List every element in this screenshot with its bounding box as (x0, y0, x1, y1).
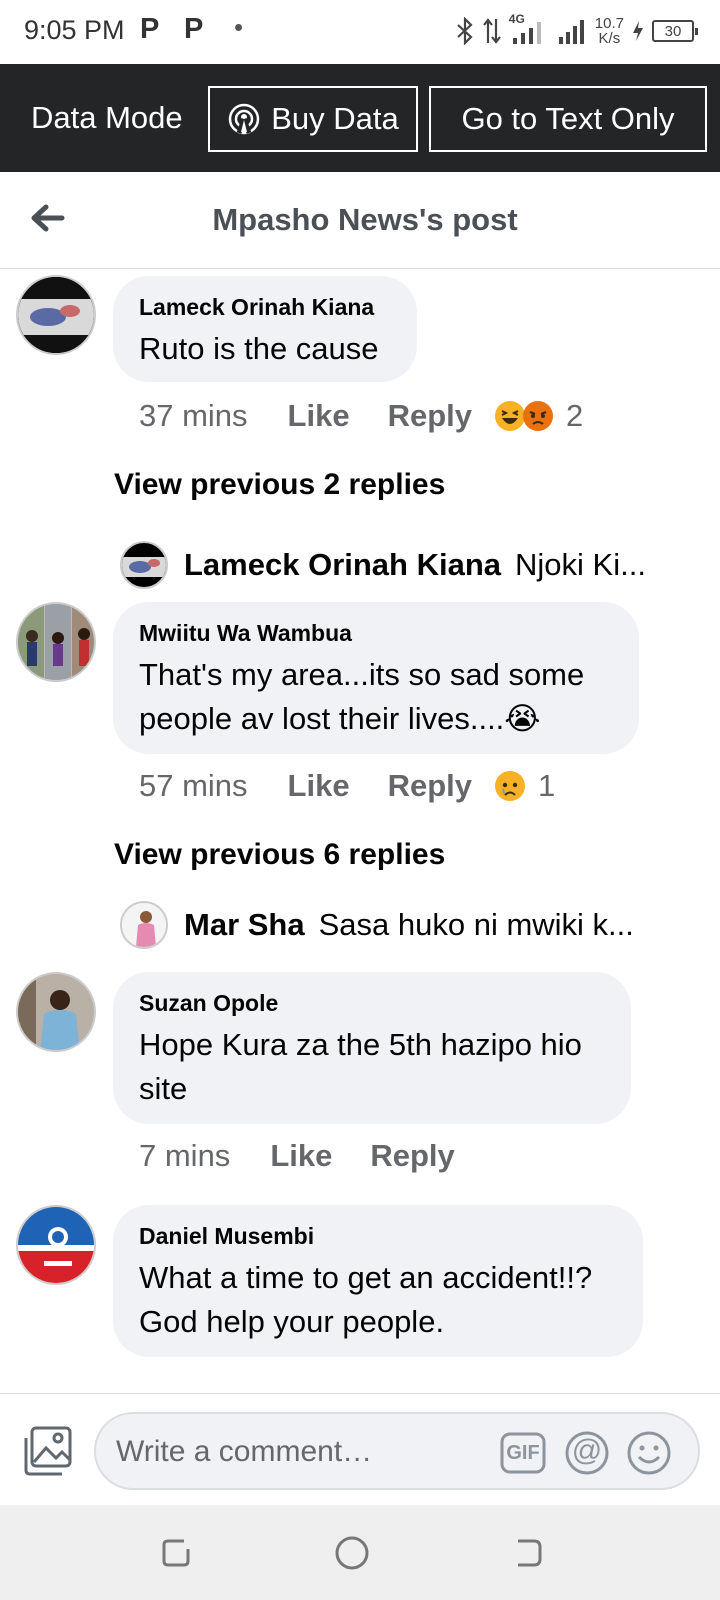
comment-text: Hope Kura za the 5th hazipo hio site (139, 1027, 582, 1106)
buy-data-label: Buy Data (271, 101, 399, 136)
comment-author[interactable]: Suzan Opole (139, 990, 605, 1017)
comment-actions: 37 mins Like Reply 2 (139, 398, 583, 434)
back-icon[interactable] (510, 1535, 546, 1571)
comment-time: 57 mins (139, 768, 248, 803)
avatar[interactable] (16, 1205, 96, 1285)
reactions-summary[interactable]: 2 (494, 398, 583, 434)
comment-author[interactable]: Daniel Musembi (139, 1223, 617, 1250)
reply-preview[interactable]: Mar Sha Sasa huko ni mwiki k... (120, 901, 680, 949)
comment-input[interactable] (116, 1432, 486, 1472)
comment-input-box[interactable]: GIF @ (94, 1412, 700, 1490)
comment-text: That's my area...its so sad some people … (139, 657, 585, 736)
angry-icon (523, 401, 553, 431)
data-transfer-icon (482, 18, 501, 44)
reply-button[interactable]: Reply (388, 398, 472, 434)
parking-notification-icon: P (140, 13, 160, 45)
comment-time: 7 mins (139, 1138, 231, 1173)
like-button[interactable]: Like (270, 1138, 332, 1174)
reply-author: Mar Sha (184, 907, 305, 942)
reaction-count: 1 (538, 768, 556, 803)
photo-icon[interactable] (22, 1426, 74, 1476)
more-notifications-icon: • (234, 12, 244, 42)
comment-bubble[interactable]: Lameck Orinah Kiana Ruto is the cause (113, 276, 417, 382)
status-bar: 9:05 PM P P • 4G 10.7 K/s 30 (0, 0, 720, 64)
avatar[interactable] (16, 275, 96, 355)
avatar[interactable] (16, 602, 96, 682)
comment-bubble[interactable]: Suzan Opole Hope Kura za the 5th hazipo … (113, 972, 631, 1124)
avatar (120, 901, 168, 949)
reply-button[interactable]: Reply (388, 768, 472, 804)
sad-icon (495, 771, 525, 801)
mention-label: @ (571, 1434, 603, 1467)
speed-unit: K/s (598, 30, 621, 47)
reactions-summary[interactable]: 1 (494, 768, 555, 804)
battery-level: 30 (664, 22, 682, 40)
avatar (120, 541, 168, 589)
speed-value: 10.7 (594, 15, 624, 32)
recent-apps-icon[interactable] (158, 1535, 194, 1571)
bluetooth-icon (457, 17, 473, 45)
signal-icon (558, 20, 584, 44)
like-button[interactable]: Like (288, 768, 350, 804)
network-speed: 10.7 K/s (595, 16, 624, 46)
system-nav-bar (0, 1505, 720, 1600)
data-mode-label: Data Mode (31, 100, 183, 135)
battery-icon: 30 (652, 20, 698, 42)
reply-preview[interactable]: Lameck Orinah Kiana Njoki Ki... (120, 541, 680, 589)
comment-text: Ruto is the cause (139, 331, 379, 366)
broadcast-icon (228, 103, 260, 135)
buy-data-button[interactable]: Buy Data (208, 86, 418, 152)
comment-time: 37 mins (139, 398, 248, 433)
gif-icon[interactable]: GIF (500, 1430, 546, 1476)
page-title: Mpasho News's post (212, 202, 518, 237)
signal-4g-icon: 4G (509, 12, 549, 46)
parking-notification-icon: P (184, 13, 204, 45)
comment-bubble[interactable]: Daniel Musembi What a time to get an acc… (113, 1205, 643, 1357)
comment-actions: 7 mins Like Reply (139, 1138, 493, 1174)
text-only-button[interactable]: Go to Text Only (429, 86, 707, 152)
reply-text: Njoki Ki... (515, 547, 646, 582)
like-button[interactable]: Like (288, 398, 350, 434)
text-only-label: Go to Text Only (461, 101, 675, 136)
gif-label: GIF (506, 1441, 540, 1464)
mention-icon[interactable]: @ (564, 1430, 610, 1476)
comment-author[interactable]: Lameck Orinah Kiana (139, 294, 391, 321)
emoji-icon[interactable] (626, 1430, 672, 1476)
reply-author: Lameck Orinah Kiana (184, 547, 502, 582)
view-previous-replies[interactable]: View previous 6 replies (114, 838, 445, 872)
comment-author[interactable]: Mwiitu Wa Wambua (139, 620, 613, 647)
avatar[interactable] (16, 972, 96, 1052)
comment-composer: GIF @ (0, 1393, 720, 1505)
comment-text: What a time to get an accident!!? God he… (139, 1260, 593, 1339)
view-previous-replies[interactable]: View previous 2 replies (114, 468, 445, 502)
home-icon[interactable] (334, 1535, 370, 1571)
comment-actions: 57 mins Like Reply 1 (139, 768, 555, 804)
post-header: Mpasho News's post (0, 172, 720, 269)
reply-button[interactable]: Reply (370, 1138, 454, 1174)
reaction-count: 2 (566, 398, 584, 433)
data-mode-bar: Data Mode Buy Data Go to Text Only (0, 64, 720, 172)
status-icons: 4G 10.7 K/s 30 (455, 12, 698, 48)
reply-text: Sasa huko ni mwiki k... (318, 907, 634, 942)
comment-bubble[interactable]: Mwiitu Wa Wambua That's my area...its so… (113, 602, 639, 754)
clock: 9:05 PM (24, 15, 125, 45)
charging-icon (633, 21, 643, 41)
